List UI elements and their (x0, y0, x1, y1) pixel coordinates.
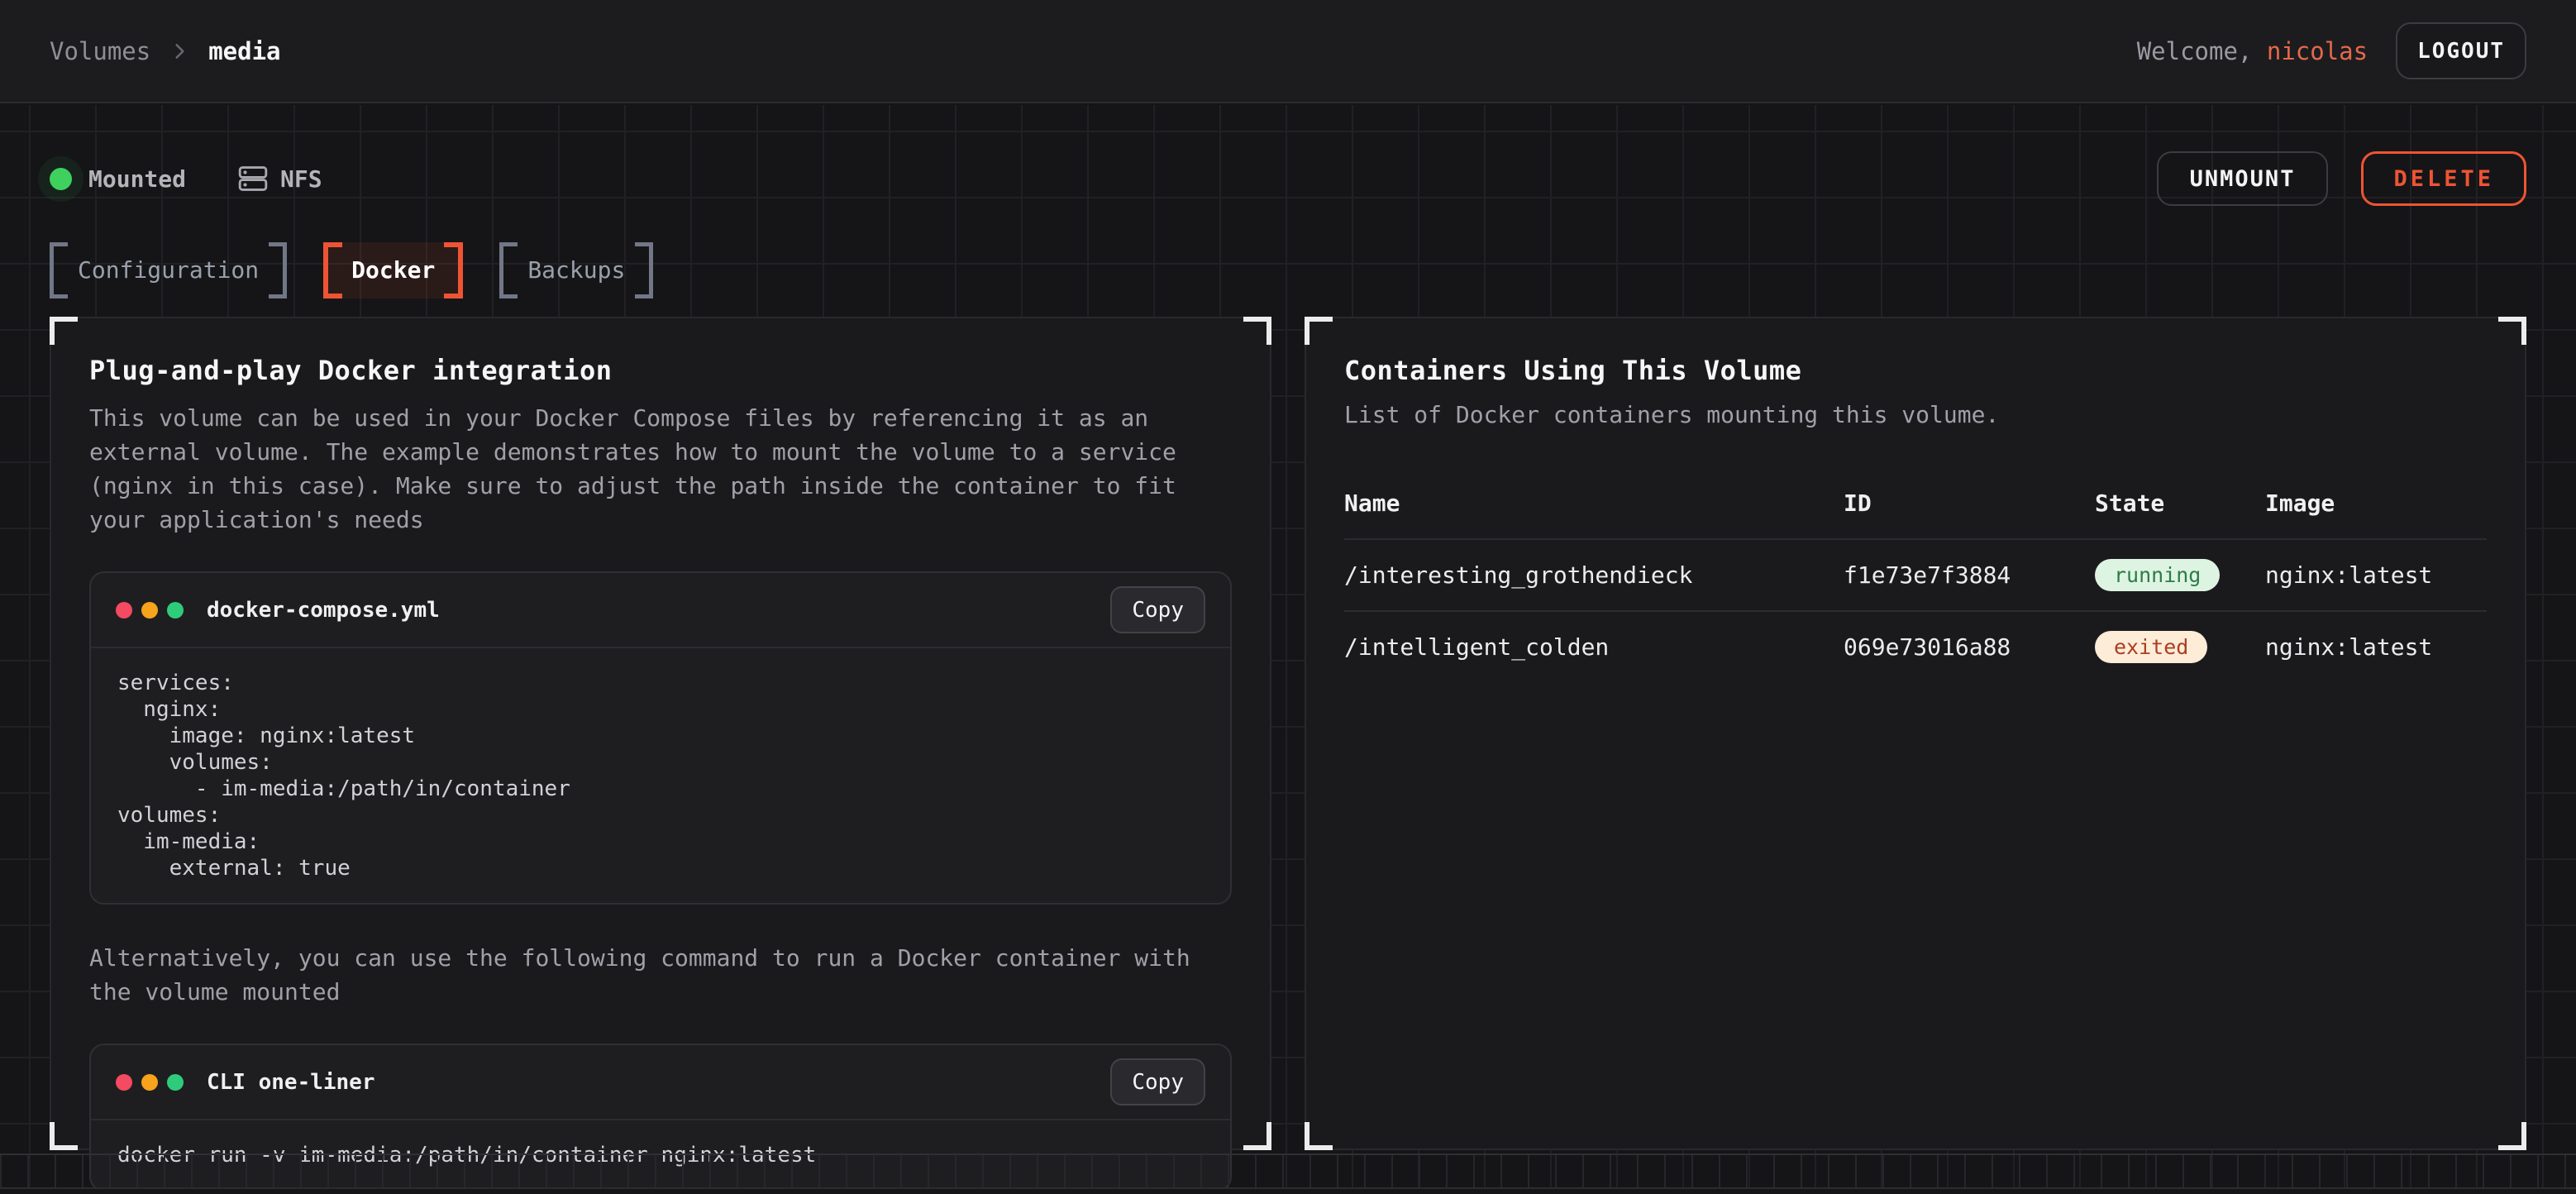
window-traffic-lights (116, 602, 184, 618)
column-header-id: ID (1844, 490, 2095, 539)
nfs-label: NFS (280, 165, 322, 193)
traffic-light-green-icon (167, 1074, 184, 1091)
unmount-button[interactable]: UNMOUNT (2157, 151, 2329, 206)
mounted-label: Mounted (88, 165, 186, 193)
compose-code: services: nginx: image: nginx:latest vol… (91, 648, 1230, 903)
table-row: /interesting_grothendieck f1e73e7f3884 r… (1344, 539, 2487, 611)
corner-bracket-icon (2498, 317, 2526, 345)
top-bar: Volumes media Welcome, nicolas LOGOUT (0, 0, 2576, 103)
container-name: /intelligent_colden (1344, 611, 1844, 682)
cli-title: CLI one-liner (207, 1070, 375, 1095)
table-row: /intelligent_colden 069e73016a88 exited … (1344, 611, 2487, 682)
compose-code-header: docker-compose.yml Copy (91, 573, 1230, 648)
table-header-row: Name ID State Image (1344, 490, 2487, 539)
chevron-right-icon (169, 41, 190, 62)
status-row: Mounted NFS UNMOUNT DELETE (50, 151, 2526, 206)
delete-button[interactable]: DELETE (2361, 151, 2526, 206)
traffic-light-red-icon (116, 1074, 132, 1091)
breadcrumb-volumes-link[interactable]: Volumes (50, 37, 150, 65)
corner-bracket-icon (50, 1122, 78, 1150)
main-content: Mounted NFS UNMOUNT DELETE Configuration… (0, 151, 2576, 1150)
corner-bracket-icon (1305, 1122, 1333, 1150)
panels-row: Plug-and-play Docker integration This vo… (50, 317, 2526, 1150)
volume-status: Mounted NFS (50, 163, 322, 194)
server-icon (237, 163, 269, 194)
cli-copy-button[interactable]: Copy (1110, 1058, 1205, 1106)
corner-bracket-icon (50, 317, 78, 345)
compose-filename: docker-compose.yml (207, 598, 440, 623)
traffic-light-amber-icon (141, 602, 158, 618)
traffic-light-green-icon (167, 602, 184, 618)
footer-grid-band (0, 1153, 2576, 1194)
container-id: 069e73016a88 (1844, 611, 2095, 682)
cli-code-header: CLI one-liner Copy (91, 1045, 1230, 1120)
containers-table: Name ID State Image /interesting_grothen… (1344, 490, 2487, 682)
corner-bracket-icon (1243, 317, 1271, 345)
corner-bracket-icon (2498, 1122, 2526, 1150)
tab-backups[interactable]: Backups (499, 242, 653, 298)
panel-description: This volume can be used in your Docker C… (89, 401, 1232, 537)
breadcrumb-current-volume: media (208, 37, 280, 65)
column-header-state: State (2095, 490, 2265, 539)
container-image: nginx:latest (2265, 611, 2487, 682)
volume-type: NFS (237, 163, 322, 194)
cli-intro-text: Alternatively, you can use the following… (89, 941, 1232, 1009)
status-badge: exited (2095, 631, 2207, 663)
panel-subtitle: List of Docker containers mounting this … (1344, 401, 2487, 428)
compose-copy-button[interactable]: Copy (1110, 586, 1205, 633)
corner-bracket-icon (1243, 1122, 1271, 1150)
compose-code-card: docker-compose.yml Copy services: nginx:… (89, 571, 1232, 905)
panel-title: Plug-and-play Docker integration (89, 355, 1232, 386)
container-id: f1e73e7f3884 (1844, 539, 2095, 611)
status-badge: running (2095, 559, 2220, 591)
tab-bar: Configuration Docker Backups (50, 242, 2526, 298)
container-name: /interesting_grothendieck (1344, 539, 1844, 611)
logout-button[interactable]: LOGOUT (2396, 22, 2526, 79)
panel-title: Containers Using This Volume (1344, 355, 2487, 386)
mounted-status-dot-icon (50, 168, 72, 190)
welcome-text: Welcome, nicolas (2137, 37, 2368, 65)
tab-configuration[interactable]: Configuration (50, 242, 287, 298)
header-right: Welcome, nicolas LOGOUT (2137, 22, 2526, 79)
username: nicolas (2267, 37, 2368, 65)
container-image: nginx:latest (2265, 539, 2487, 611)
containers-panel: Containers Using This Volume List of Doc… (1305, 317, 2526, 1150)
traffic-light-amber-icon (141, 1074, 158, 1091)
corner-bracket-icon (1305, 317, 1333, 345)
volume-actions: UNMOUNT DELETE (2157, 151, 2526, 206)
tab-docker[interactable]: Docker (323, 242, 463, 298)
docker-integration-panel: Plug-and-play Docker integration This vo… (50, 317, 1271, 1150)
window-traffic-lights (116, 1074, 184, 1091)
welcome-prefix: Welcome, (2137, 37, 2253, 65)
column-header-name: Name (1344, 490, 1844, 539)
column-header-image: Image (2265, 490, 2487, 539)
breadcrumb: Volumes media (50, 37, 281, 65)
traffic-light-red-icon (116, 602, 132, 618)
